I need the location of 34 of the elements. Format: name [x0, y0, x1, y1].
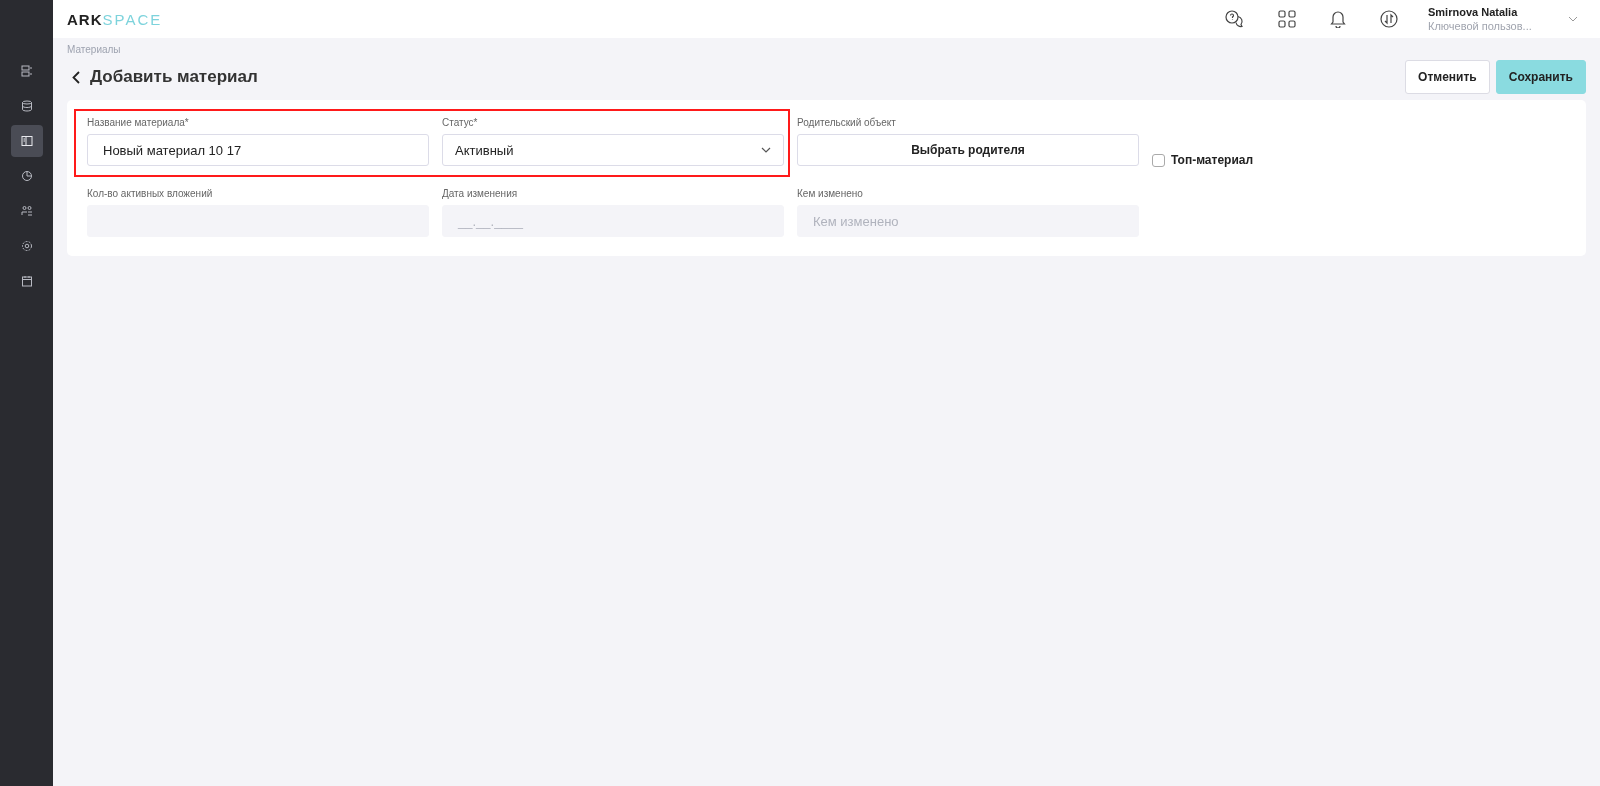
user-name: Smirnova Natalia	[1428, 6, 1519, 18]
checkbox[interactable]	[1152, 153, 1165, 167]
user-role: Ключевой пользов...	[1428, 20, 1533, 32]
field-label: Статус*	[442, 117, 479, 128]
field-label: Название материала*	[87, 117, 190, 128]
logo: ARKSPACE	[67, 10, 163, 28]
panel-icon	[20, 135, 33, 147]
calendar-icon	[20, 275, 33, 287]
name-input-field[interactable]: Новый материал 10 17	[87, 134, 429, 166]
swap-icon[interactable]	[1380, 10, 1398, 28]
sidebar-item[interactable]	[10, 125, 43, 157]
checkbox-label: Топ-материал	[1171, 153, 1254, 167]
chevron-down-icon[interactable]	[1568, 16, 1578, 22]
save-button[interactable]: Сохранить	[1495, 60, 1586, 94]
field-label: Родительский объект	[797, 117, 897, 128]
users-icon	[20, 205, 33, 217]
settings-icon	[20, 240, 33, 252]
date-field: __.__.____	[442, 205, 784, 237]
changed-by-field: Кем изменено	[797, 205, 1139, 237]
back-icon[interactable]	[72, 70, 80, 84]
pie-chart-icon	[20, 170, 33, 182]
list-icon	[20, 65, 33, 77]
help-chat-icon[interactable]	[1224, 9, 1244, 29]
page-title: Добавить материал	[90, 67, 258, 87]
chevron-down-icon	[761, 147, 771, 153]
bell-icon[interactable]	[1330, 10, 1346, 28]
database-icon	[20, 100, 33, 112]
field-label: Кем изменено	[797, 188, 864, 199]
cancel-button[interactable]: Отменить	[1405, 60, 1490, 94]
field-label: Дата изменения	[442, 188, 519, 199]
field-label: Кол-во активных вложений	[87, 188, 214, 199]
status-dropdown[interactable]: Активный	[442, 134, 784, 166]
apps-grid-icon[interactable]	[1278, 10, 1296, 28]
choose-parent-button[interactable]: Выбрать родителя	[797, 134, 1139, 166]
